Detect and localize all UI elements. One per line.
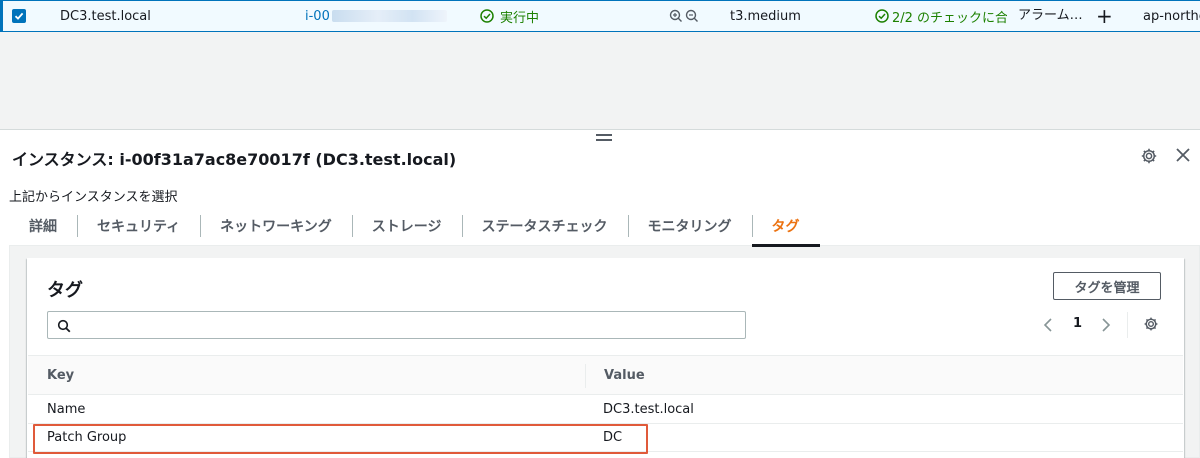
previous-page-chevron-icon[interactable]: [1043, 317, 1053, 336]
close-icon[interactable]: [1175, 147, 1191, 167]
instance-id-link[interactable]: i-00: [305, 1, 447, 31]
next-page-chevron-icon[interactable]: [1101, 317, 1111, 336]
tab-networking[interactable]: ネットワーキング: [200, 206, 352, 246]
selection-hint: 上記からインスタンスを選択: [9, 190, 178, 205]
column-header-value[interactable]: Value: [604, 368, 645, 383]
status-check-label: 2/2 のチェックに合格しました: [892, 10, 1007, 26]
table-row: Patch Group DC: [28, 424, 1183, 452]
tab-status-checks[interactable]: ステータスチェック: [461, 206, 628, 246]
title-instance-name: (DC3.test.local): [309, 150, 457, 169]
details-tabs: 詳細 セキュリティ ネットワーキング ストレージ ステータスチェック モニタリン…: [9, 206, 1200, 247]
instance-row-selected[interactable]: DC3.test.local i-00 実行中 t3.medium 2/2 のチ…: [0, 0, 1200, 32]
table-row: Name DC3.test.local: [28, 396, 1183, 424]
alarm-status: アラームを表示: [1018, 8, 1092, 23]
tab-details[interactable]: 詳細: [9, 206, 77, 246]
tab-tags[interactable]: タグ: [751, 206, 820, 247]
column-header-key[interactable]: Key: [47, 368, 74, 383]
tag-value-cell: DC: [603, 430, 623, 445]
title-instance-id: i-00f31a7ac8e70017f: [119, 150, 310, 169]
tag-value-cell: DC3.test.local: [603, 402, 694, 417]
table-settings-gear-icon[interactable]: [1143, 316, 1159, 336]
manage-tags-button[interactable]: タグを管理: [1053, 272, 1161, 300]
title-prefix: インスタンス:: [12, 150, 120, 169]
tags-panel-title: タグ: [47, 280, 83, 301]
tag-search-input[interactable]: [80, 315, 740, 335]
tag-key-cell: Patch Group: [47, 430, 127, 445]
tab-monitoring[interactable]: モニタリング: [627, 206, 752, 246]
tab-storage[interactable]: ストレージ: [351, 206, 462, 246]
tag-search-field[interactable]: [47, 311, 746, 339]
tag-key-cell: Name: [47, 402, 86, 417]
status-check: 2/2 のチェックに合格しました: [875, 1, 1007, 31]
preferences-gear-icon[interactable]: [1140, 147, 1158, 169]
column-divider[interactable]: [585, 364, 586, 388]
instance-type: t3.medium: [730, 8, 801, 24]
split-panel-drag-handle[interactable]: [596, 134, 612, 142]
details-panel-title: インスタンス: i-00f31a7ac8e70017f (DC3.test.lo…: [12, 146, 456, 170]
instance-list-empty-area: [0, 32, 1200, 130]
instance-state: 実行中: [480, 1, 539, 31]
search-icon: [57, 319, 71, 333]
instance-id-text: i-00: [305, 8, 330, 24]
tags-table-header: Key Value: [28, 355, 1183, 395]
tags-container: タグ タグを管理 1 Key Value Name DC3.test.local…: [27, 258, 1184, 458]
redacted-id: [331, 10, 447, 22]
tab-security[interactable]: セキュリティ: [77, 206, 200, 246]
instance-name: DC3.test.local: [60, 8, 151, 24]
check-circle-icon: [875, 9, 889, 23]
instance-state-label: 実行中: [500, 10, 540, 26]
availability-zone: ap-northeast-1a: [1143, 8, 1200, 24]
current-page-number[interactable]: 1: [1073, 316, 1082, 331]
check-circle-icon: [480, 9, 494, 23]
add-alarm-button[interactable]: +: [1096, 1, 1113, 31]
row-checkbox[interactable]: [12, 1, 27, 31]
zoom-controls[interactable]: [669, 1, 701, 31]
zoom-in-out-icon[interactable]: [669, 9, 701, 23]
pager-divider: [1127, 312, 1128, 338]
checkmark-icon: [12, 9, 26, 23]
